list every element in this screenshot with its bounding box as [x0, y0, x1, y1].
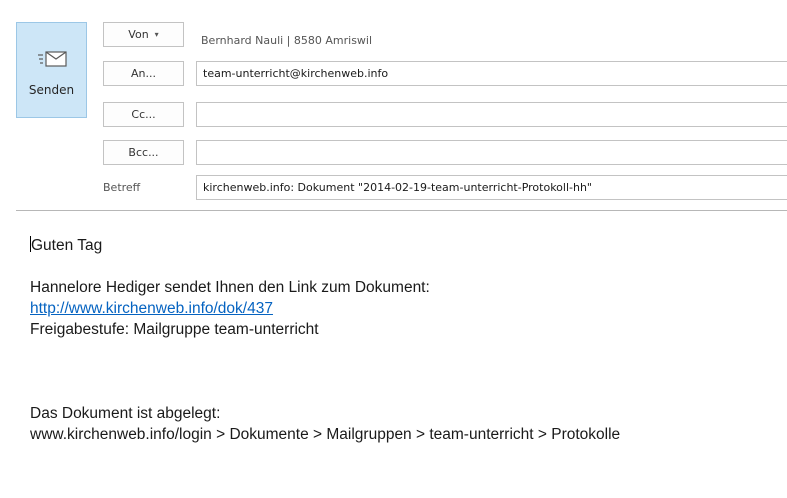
to-button[interactable]: An... [103, 61, 184, 86]
location-path-line: www.kirchenweb.info/login > Dokumente > … [30, 426, 621, 443]
cc-button[interactable]: Cc... [103, 102, 184, 127]
greeting-line: Guten Tag [30, 235, 787, 256]
to-field[interactable]: team-unterricht@kirchenweb.info [196, 61, 787, 86]
greeting-text: Guten Tag [31, 237, 103, 254]
link-line: http://www.kirchenweb.info/dok/437 [30, 298, 787, 319]
cc-field[interactable] [196, 102, 787, 127]
subject-label: Betreff [103, 181, 141, 194]
message-body[interactable]: Guten Tag Hannelore Hediger sendet Ihnen… [30, 235, 787, 445]
from-button[interactable]: Von ▾ [103, 22, 184, 47]
share-level-line: Freigabestufe: Mailgruppe team-unterrich… [30, 321, 319, 338]
bcc-button-label: Bcc... [128, 146, 159, 159]
cc-button-label: Cc... [131, 108, 156, 121]
chevron-down-icon: ▾ [154, 30, 159, 39]
bcc-field[interactable] [196, 140, 787, 165]
send-envelope-icon [38, 51, 67, 67]
mail-header: Senden Von ▾ Bernhard Nauli | 8580 Amris… [0, 0, 787, 210]
document-link[interactable]: http://www.kirchenweb.info/dok/437 [30, 300, 273, 317]
from-button-label: Von [128, 28, 149, 41]
subject-field[interactable]: kirchenweb.info: Dokument "2014-02-19-te… [196, 175, 787, 200]
send-label: Senden [28, 83, 75, 97]
from-value: Bernhard Nauli | 8580 Amriswil [201, 34, 373, 47]
header-separator [16, 210, 787, 211]
intro-line: Hannelore Hediger sendet Ihnen den Link … [30, 279, 430, 296]
bcc-button[interactable]: Bcc... [103, 140, 184, 165]
to-button-label: An... [131, 67, 156, 80]
location-intro-line: Das Dokument ist abgelegt: [30, 405, 221, 422]
send-button[interactable]: Senden [16, 22, 87, 118]
